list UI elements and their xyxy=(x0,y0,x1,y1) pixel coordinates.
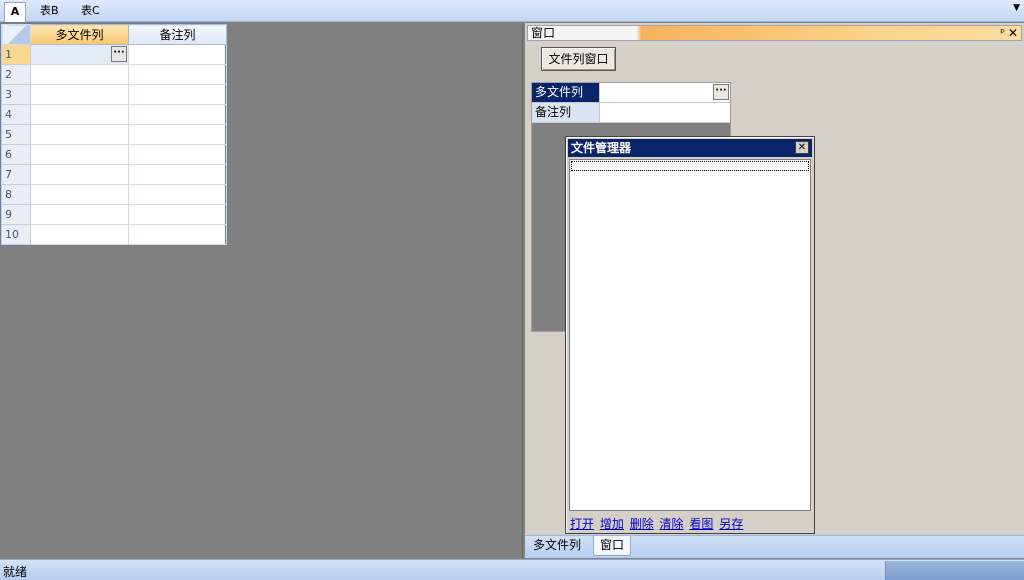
note-cell[interactable] xyxy=(128,104,227,125)
table-row: 5 xyxy=(1,124,227,145)
table-row: 2 xyxy=(1,64,227,85)
workspace: 多文件列 备注列 1 ··· 2 3 4 5 6 7 8 9 10 xyxy=(0,23,523,558)
add-link[interactable]: 增加 xyxy=(600,517,624,531)
file-cell[interactable] xyxy=(30,224,129,245)
status-panel xyxy=(885,561,1024,580)
file-cell[interactable] xyxy=(30,84,129,105)
file-column-window-button[interactable]: 文件列窗口 xyxy=(541,47,616,71)
row-header[interactable]: 3 xyxy=(1,84,31,105)
ellipsis-button[interactable]: ··· xyxy=(111,46,127,62)
file-manager-window: 文件管理器 ✕ 打开 增加 删除 清除 看图 另存 xyxy=(565,136,815,534)
row-header[interactable]: 6 xyxy=(1,144,31,165)
row-header[interactable]: 9 xyxy=(1,204,31,225)
clear-link[interactable]: 清除 xyxy=(660,517,684,531)
save-as-link[interactable]: 另存 xyxy=(719,517,743,531)
row-header[interactable]: 7 xyxy=(1,164,31,185)
column-header-files[interactable]: 多文件列 xyxy=(30,24,129,45)
property-label: 备注列 xyxy=(532,103,600,122)
note-cell[interactable] xyxy=(128,64,227,85)
file-cell[interactable] xyxy=(30,124,129,145)
dock-title: 窗口 xyxy=(531,26,556,40)
dock-tab-files[interactable]: 多文件列 xyxy=(527,536,587,556)
property-label: 多文件列 xyxy=(532,83,600,102)
file-manager-title-bar[interactable]: 文件管理器 ✕ xyxy=(568,139,812,157)
pin-icon[interactable]: ᵖ xyxy=(1000,26,1005,40)
file-cell[interactable] xyxy=(30,164,129,185)
table-row: 3 xyxy=(1,84,227,105)
table-row: 6 xyxy=(1,144,227,165)
table-row: 7 xyxy=(1,164,227,185)
file-manager-actions: 打开 增加 删除 清除 看图 另存 xyxy=(570,515,745,531)
row-header[interactable]: 8 xyxy=(1,184,31,205)
note-cell[interactable] xyxy=(128,144,227,165)
note-cell[interactable] xyxy=(128,84,227,105)
row-header[interactable]: 5 xyxy=(1,124,31,145)
row-header[interactable]: 10 xyxy=(1,224,31,245)
file-cell[interactable] xyxy=(30,64,129,85)
row-header[interactable]: 1 xyxy=(1,44,31,65)
dock-title-bar: 窗口 ᵖ ✕ xyxy=(527,25,1022,41)
file-cell[interactable] xyxy=(30,104,129,125)
table-row: 10 xyxy=(1,224,227,245)
property-row-notes[interactable]: 备注列 xyxy=(532,103,730,123)
ellipsis-button[interactable]: ··· xyxy=(713,84,729,100)
focus-row[interactable] xyxy=(571,161,809,171)
file-cell[interactable]: ··· xyxy=(30,44,129,65)
row-header[interactable]: 2 xyxy=(1,64,31,85)
property-row-files[interactable]: 多文件列 ··· xyxy=(532,83,730,103)
open-link[interactable]: 打开 xyxy=(570,517,594,531)
file-cell[interactable] xyxy=(30,204,129,225)
table-row: 9 xyxy=(1,204,227,225)
file-list[interactable] xyxy=(569,159,811,511)
delete-link[interactable]: 删除 xyxy=(630,517,654,531)
dock-tab-bar: 多文件列 窗口 xyxy=(525,535,1024,558)
note-cell[interactable] xyxy=(128,124,227,145)
note-cell[interactable] xyxy=(128,164,227,185)
row-header[interactable]: 4 xyxy=(1,104,31,125)
close-icon[interactable]: ✕ xyxy=(795,141,809,154)
note-cell[interactable] xyxy=(128,44,227,65)
status-text: 就绪 xyxy=(3,565,28,579)
tab-c[interactable]: 表C xyxy=(77,2,104,22)
select-all-corner[interactable] xyxy=(1,24,31,45)
table-row: 4 xyxy=(1,104,227,125)
note-cell[interactable] xyxy=(128,204,227,225)
status-bar: 就绪 xyxy=(0,559,1024,580)
property-value[interactable] xyxy=(601,83,730,102)
view-image-link[interactable]: 看图 xyxy=(689,517,713,531)
file-manager-title: 文件管理器 xyxy=(571,141,632,155)
property-value[interactable] xyxy=(601,103,730,122)
dock-tab-window[interactable]: 窗口 xyxy=(593,536,632,556)
column-header-notes[interactable]: 备注列 xyxy=(128,24,227,45)
note-cell[interactable] xyxy=(128,184,227,205)
tab-a[interactable]: A xyxy=(4,2,26,22)
sheet-tab-bar: A 表B 表C ▼ xyxy=(0,0,1024,22)
chevron-down-icon[interactable]: ▼ xyxy=(1013,3,1020,13)
file-cell[interactable] xyxy=(30,184,129,205)
tab-b[interactable]: 表B xyxy=(36,2,63,22)
spreadsheet-grid: 多文件列 备注列 1 ··· 2 3 4 5 6 7 8 9 10 xyxy=(0,23,227,245)
table-row: 1 ··· xyxy=(1,44,227,65)
note-cell[interactable] xyxy=(128,224,227,245)
table-row: 8 xyxy=(1,184,227,205)
close-icon[interactable]: ✕ xyxy=(1008,26,1018,40)
file-cell[interactable] xyxy=(30,144,129,165)
